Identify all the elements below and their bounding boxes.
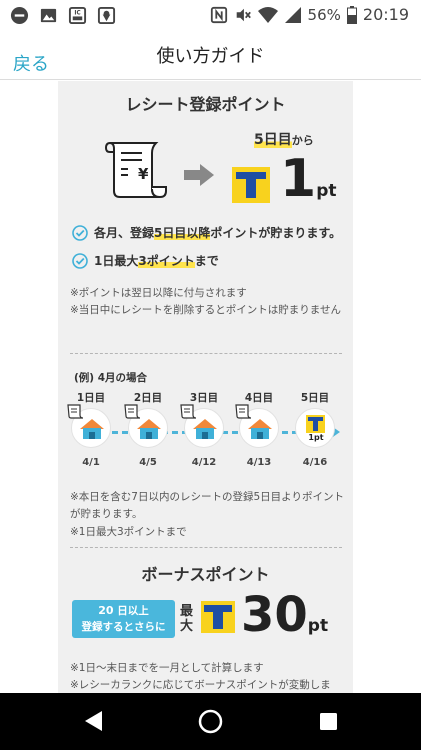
timeline-day: 3日目 4/12 [179, 390, 229, 468]
tpoint-logo-icon [306, 415, 325, 433]
page-title: 使い方ガイド [156, 46, 265, 67]
clock: 20:19 [362, 5, 409, 24]
point-amount-1pt: 1pt [280, 149, 337, 209]
bonus-note-1: ※1日〜末日までを一月として計算します [70, 662, 264, 674]
max-label: 最大 [180, 604, 194, 634]
app-header: 戻る 使い方ガイド [0, 32, 421, 80]
arrow-right-icon [184, 164, 214, 186]
receipt-icon [180, 404, 197, 419]
minus-circle-icon [10, 6, 29, 25]
day-date: 4/12 [191, 457, 217, 468]
receipt-icon [67, 404, 84, 419]
store-icon [193, 419, 217, 439]
bonus-point-amount: 30pt [241, 587, 329, 643]
receipt-icon [235, 404, 252, 419]
check-circle-icon [72, 252, 88, 269]
check-text-2: 1日最大3ポイントまで [94, 254, 219, 268]
back-nav-icon[interactable] [84, 710, 104, 732]
day-date: 4/13 [246, 457, 272, 468]
divider [70, 547, 342, 548]
day-circle [180, 404, 224, 448]
bonus-section-title: ボーナスポイント [141, 565, 270, 584]
example-note-1: ※本日を含む7日以内のレシートの登録5日目よりポイントが貯まります。 [70, 491, 344, 520]
receipt-icon [124, 404, 141, 419]
map-pin-icon [97, 6, 116, 25]
status-bar: IC 56% 20:19 [0, 0, 421, 32]
svg-text:¥: ¥ [138, 165, 149, 183]
day-date: 4/1 [82, 457, 100, 468]
day-date: 4/16 [302, 457, 328, 468]
svg-text:IC: IC [74, 11, 80, 17]
timeline-day: 2日目 4/5 [123, 390, 173, 468]
check-row-2: 1日最大3ポイントまで [72, 252, 219, 269]
cc-card-icon: IC [68, 6, 87, 25]
tpoint-logo-icon [201, 601, 235, 633]
mute-icon [236, 8, 251, 21]
receipt-note-1: ※ポイントは翌日以降に付与されます [70, 287, 247, 299]
guide-content[interactable]: レシート登録ポイント ¥ 5日目から 1pt 各月、登録5日目以降ポイントが貯ま… [0, 81, 421, 693]
home-nav-icon[interactable] [198, 709, 223, 734]
nav-bar [0, 693, 421, 750]
receipt-section-title: レシート登録ポイント [125, 95, 286, 114]
store-icon [80, 419, 104, 439]
receipt-icon: ¥ [104, 142, 167, 199]
check-row-1: 各月、登録5日目以降ポイントが貯まります。 [72, 224, 341, 241]
timeline-day: 1日目 4/1 [66, 390, 116, 468]
battery-icon [346, 5, 357, 24]
nfc-icon [210, 6, 227, 23]
bonus-note-2: ※レシーカランクに応じてボーナスポイントが変動しま [70, 679, 331, 691]
example-label: (例) 4月の場合 [74, 372, 148, 384]
check-text-1: 各月、登録5日目以降ポイントが貯まります。 [94, 226, 342, 240]
day-circle [235, 404, 279, 448]
divider [70, 353, 342, 354]
wifi-icon [257, 6, 278, 23]
day-date: 4/5 [139, 457, 157, 468]
guide-card: レシート登録ポイント ¥ 5日目から 1pt 各月、登録5日目以降ポイントが貯ま… [58, 81, 353, 693]
recents-nav-icon[interactable] [319, 712, 338, 731]
receipt-note-2: ※当日中にレシートを削除するとポイントは貯まりません [70, 304, 341, 316]
day-circle [67, 404, 111, 448]
timeline-day: 4日目 4/13 [234, 390, 284, 468]
day-circle: 1pt [295, 408, 335, 448]
store-icon [137, 419, 161, 439]
store-icon [248, 419, 272, 439]
day-point: 1pt [308, 433, 324, 442]
check-circle-icon [72, 224, 88, 241]
image-icon [40, 8, 57, 23]
battery-percent: 56% [307, 5, 341, 24]
day-label: 5日目 [300, 392, 330, 404]
tpoint-logo-icon [232, 167, 270, 203]
from-day-label: 5日目から [254, 132, 314, 148]
timeline-day: 5日目 1pt 4/16 [290, 390, 340, 468]
day-circle [124, 404, 168, 448]
example-note-2: ※1日最大3ポイントまで [70, 526, 187, 538]
signal-icon [284, 6, 301, 23]
bonus-condition-badge: 20 日以上 登録するとさらに [72, 600, 175, 638]
